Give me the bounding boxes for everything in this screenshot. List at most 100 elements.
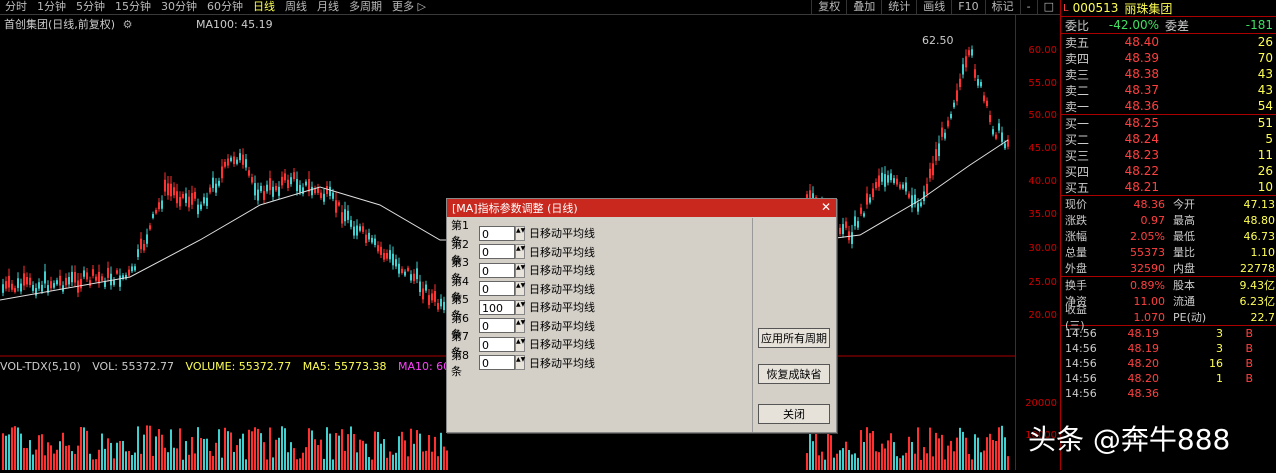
- vol-indicator-name[interactable]: VOL-TDX(5,10): [0, 360, 81, 373]
- volume-bar: [920, 459, 922, 470]
- tick-time: 14:56: [1065, 327, 1097, 340]
- toolbar-button[interactable]: 统计: [881, 0, 916, 14]
- spinner-arrows-icon[interactable]: ▲▼: [515, 336, 525, 352]
- period-tab[interactable]: 日线: [248, 0, 280, 14]
- period-tabs: 分时 1分钟 5分钟 15分钟 30分钟 60分钟 日线 周线 月线 多周期 更多 ▷: [0, 0, 431, 14]
- volume-bar: [161, 434, 163, 470]
- toolbar-button[interactable]: □: [1036, 0, 1060, 14]
- period-tab[interactable]: 5分钟: [71, 0, 110, 14]
- volume-bar: [944, 459, 946, 470]
- sell-order-row-price[interactable]: 48.36: [1101, 99, 1159, 113]
- period-tab[interactable]: 月线: [312, 0, 344, 14]
- volume-bar: [41, 434, 43, 470]
- settings-icon[interactable]: ⚙: [123, 18, 133, 31]
- stat-label-2: 流通: [1173, 295, 1195, 308]
- sell-order-row-price[interactable]: 48.40: [1101, 35, 1159, 49]
- candle-body: [95, 276, 97, 281]
- toolbar-button[interactable]: F10: [951, 0, 984, 14]
- spinner-arrows-icon[interactable]: ▲▼: [515, 355, 525, 370]
- volume-bar: [431, 451, 433, 470]
- buy-order-row-price[interactable]: 48.24: [1101, 132, 1159, 146]
- ma-period-input[interactable]: 0: [479, 262, 515, 278]
- toolbar-button[interactable]: -: [1019, 0, 1037, 14]
- period-tab[interactable]: 周线: [280, 0, 312, 14]
- period-tab[interactable]: 60分钟: [202, 0, 248, 14]
- buy-order-row-price[interactable]: 48.23: [1101, 148, 1159, 162]
- toolbar-button[interactable]: 标记: [984, 0, 1020, 14]
- spinner-arrows-icon[interactable]: ▲▼: [515, 244, 525, 259]
- candle-body: [839, 227, 841, 234]
- ma-period-input[interactable]: 0: [479, 244, 515, 259]
- candle-body: [20, 283, 22, 292]
- buy-order-row-price[interactable]: 48.22: [1101, 164, 1159, 178]
- apply-all-periods-button[interactable]: 应用所有周期: [758, 328, 830, 348]
- price-axis: 60.00 55.00 50.00 45.00 40.00 35.00 30.00 25.00…: [1015, 15, 1061, 470]
- restore-default-button[interactable]: 恢复成缺省: [758, 364, 830, 384]
- candle-body: [140, 238, 142, 250]
- toolbar-button[interactable]: 叠加: [846, 0, 881, 14]
- volume-bar: [68, 445, 70, 470]
- ma-param-row: 第8条 0 ▲▼ 日移动平均线: [451, 349, 595, 378]
- volume-bar: [401, 431, 403, 470]
- sell-order-row-price[interactable]: 48.39: [1101, 51, 1159, 65]
- period-tab[interactable]: 15分钟: [110, 0, 156, 14]
- sell-order-row-price[interactable]: 48.37: [1101, 83, 1159, 97]
- volume-bar: [92, 459, 94, 470]
- volume-bar: [77, 445, 79, 470]
- period-tab[interactable]: 30分钟: [156, 0, 202, 14]
- volume-bar: [143, 434, 145, 470]
- volume-bar: [434, 436, 436, 470]
- ma-period-input[interactable]: 0: [479, 336, 515, 352]
- close-icon[interactable]: ✕: [819, 200, 833, 214]
- ma-period-input[interactable]: 0: [479, 281, 515, 296]
- stat-label: 换手: [1065, 279, 1087, 292]
- buy-order-row-price[interactable]: 48.21: [1101, 180, 1159, 194]
- ma-period-input[interactable]: 0: [479, 355, 515, 370]
- weicha-value: -181: [1245, 18, 1273, 32]
- period-tab[interactable]: 多周期: [344, 0, 387, 14]
- candle-body: [338, 202, 340, 206]
- sell-order-row: 卖二 48.37 43: [1061, 82, 1276, 98]
- sell-order-row-volume: 26: [1257, 35, 1273, 49]
- buy-order-row: 买一 48.25 51: [1061, 115, 1276, 131]
- sell-order-row-label: 卖三: [1065, 67, 1090, 82]
- volume-bar: [44, 455, 46, 470]
- spinner-arrows-icon[interactable]: ▲▼: [515, 225, 525, 241]
- volume-bar: [311, 430, 313, 470]
- candle-body: [332, 192, 334, 199]
- volume-bar: [857, 457, 859, 470]
- volume-bar: [377, 431, 379, 470]
- spinner-arrows-icon[interactable]: ▲▼: [515, 281, 525, 296]
- sell-order-row-price[interactable]: 48.38: [1101, 67, 1159, 81]
- volume-bar: [386, 457, 388, 470]
- buy-order-row-price[interactable]: 48.25: [1101, 116, 1159, 130]
- volume-bar: [872, 430, 874, 470]
- ma-param-suffix: 日移动平均线: [529, 319, 595, 333]
- volume-bar: [362, 440, 364, 470]
- toolbar-button[interactable]: 画线: [916, 0, 951, 14]
- ma-period-input[interactable]: 0: [479, 318, 515, 333]
- period-tab[interactable]: 更多 ▷: [387, 0, 431, 14]
- volume-bar: [398, 436, 400, 470]
- spinner-arrows-icon[interactable]: ▲▼: [515, 299, 525, 315]
- volume-bar: [836, 453, 838, 470]
- spinner-arrows-icon[interactable]: ▲▼: [515, 262, 525, 278]
- dialog-titlebar[interactable]: [MA]指标参数调整 (日线) ✕: [447, 199, 836, 217]
- ma-period-input[interactable]: 100: [479, 299, 515, 315]
- ma-param-suffix: 日移动平均线: [529, 282, 595, 296]
- volume-bar: [326, 427, 328, 470]
- volume-bar: [128, 451, 130, 470]
- ma-param-suffix: 日移动平均线: [529, 301, 595, 314]
- candle-body: [863, 213, 865, 217]
- period-tab[interactable]: 1分钟: [32, 0, 71, 14]
- chart-tool-buttons: 复权 叠加 统计 画线 F10 标记 - □: [811, 0, 1060, 14]
- ma-period-input[interactable]: 0: [479, 225, 515, 241]
- spinner-arrows-icon[interactable]: ▲▼: [515, 318, 525, 333]
- tick-volume: 1: [1216, 372, 1223, 385]
- period-tab[interactable]: 分时: [0, 0, 32, 14]
- volume-bar: [896, 456, 898, 470]
- toolbar-button[interactable]: 复权: [811, 0, 846, 14]
- candle-body: [71, 271, 73, 283]
- close-button[interactable]: 关闭: [758, 404, 830, 424]
- volume-bar: [110, 442, 112, 470]
